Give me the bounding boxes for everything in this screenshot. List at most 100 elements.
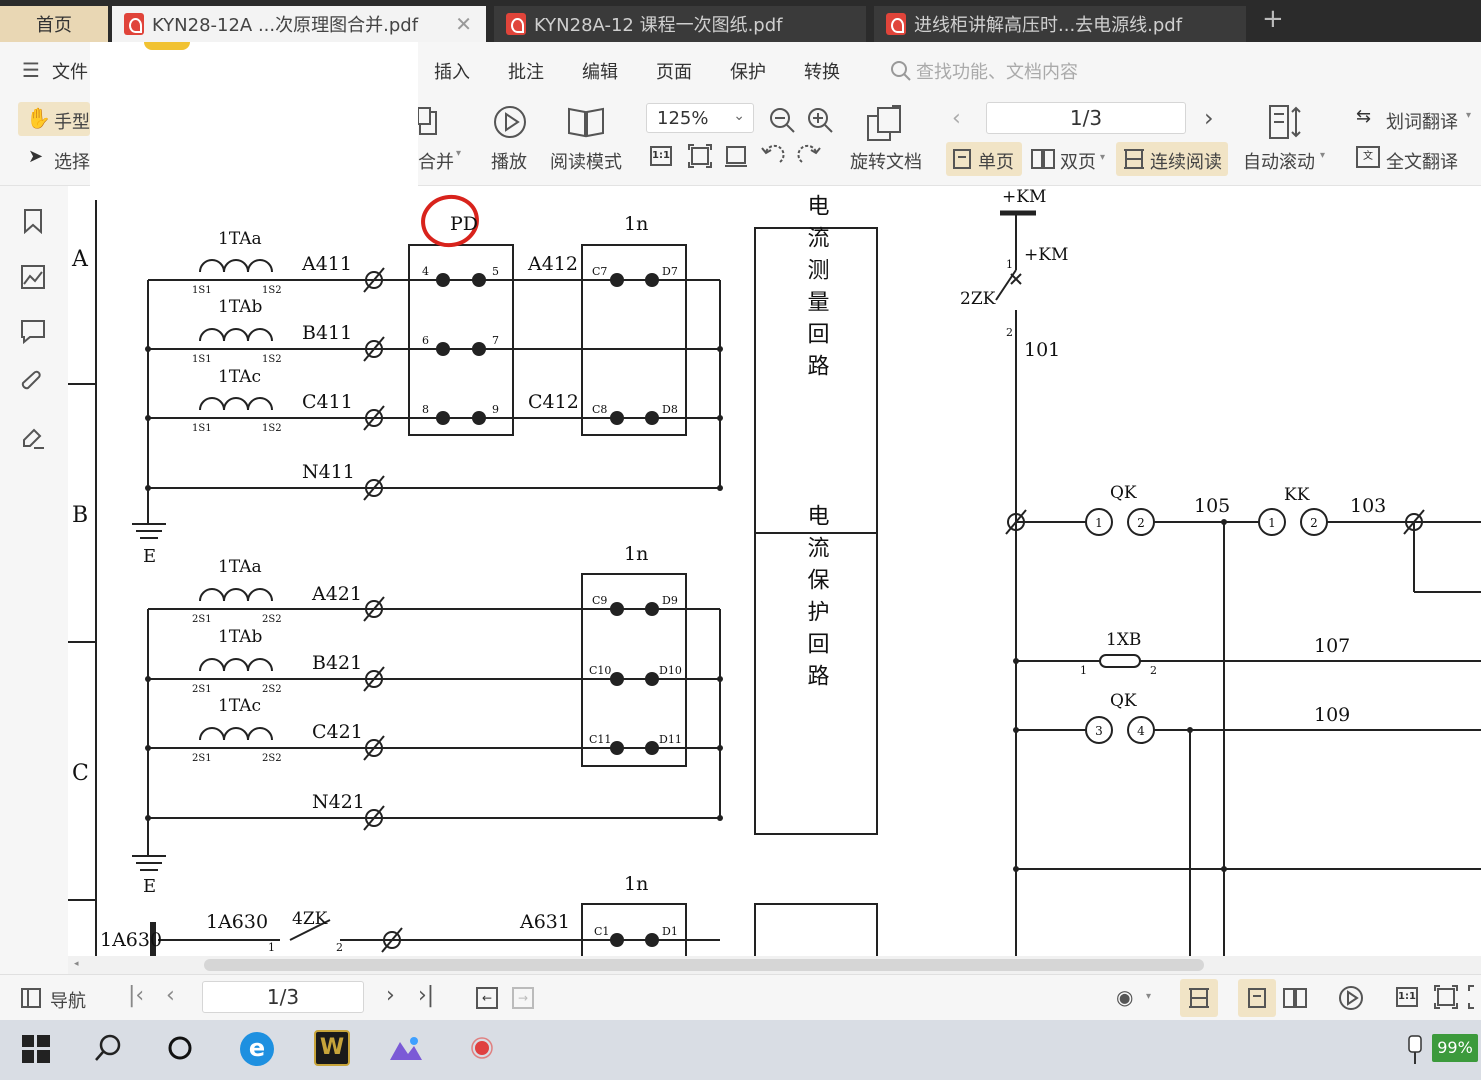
switch-pin: 1 — [1080, 664, 1087, 677]
thumbnail-icon[interactable] — [20, 264, 46, 290]
back-icon[interactable]: ← — [476, 987, 498, 1009]
actual-size-status-button[interactable]: 1:1 — [1396, 987, 1418, 1007]
attachment-icon[interactable] — [20, 370, 46, 396]
battery-indicator: 99% — [1432, 1034, 1478, 1062]
forward-icon[interactable]: → — [512, 987, 534, 1009]
zoom-in-icon[interactable] — [806, 106, 834, 134]
windows-start-icon[interactable] — [22, 1035, 50, 1063]
tab-incoming-cabinet[interactable]: 进线柜讲解高压时...去电源线.pdf — [874, 6, 1246, 42]
ct-label: 1TAb — [218, 627, 263, 647]
menu-annotate[interactable]: 批注 — [508, 58, 544, 84]
dropdown-icon[interactable]: ▾ — [1320, 150, 1325, 161]
navigation-icon[interactable] — [20, 987, 42, 1009]
menu-file[interactable]: 文件 — [52, 58, 88, 84]
search-icon[interactable] — [94, 1034, 122, 1062]
fullscreen-icon[interactable] — [1468, 985, 1481, 1009]
status-bar: 导航 |‹ ‹ 1/3 › ›| ← → ◉ ▾ 1:1 — [0, 974, 1481, 1020]
tab-kyn28a-12[interactable]: KYN28A-12 课程一次图纸.pdf — [494, 6, 866, 42]
dropdown-icon[interactable]: ▾ — [1146, 991, 1151, 1002]
switch-pin: 1 — [268, 941, 275, 954]
edge-browser-icon[interactable]: e — [240, 1032, 274, 1066]
word-translate-button[interactable]: 划词翻译 — [1386, 108, 1458, 134]
wps-office-icon[interactable]: W — [314, 1030, 350, 1066]
double-page-button[interactable]: 双页 ▾ — [1026, 142, 1112, 176]
menu-page[interactable]: 页面 — [656, 58, 692, 84]
scrollbar-thumb[interactable] — [204, 959, 1204, 971]
menu-edit[interactable]: 编辑 — [582, 58, 618, 84]
wire-label: C412 — [528, 391, 579, 413]
menu-protect[interactable]: 保护 — [730, 58, 766, 84]
play-icon[interactable] — [1338, 985, 1364, 1011]
select-label: 选择 — [54, 152, 90, 173]
auto-scroll-button[interactable]: 自动滚动 — [1243, 148, 1315, 174]
close-icon[interactable]: ✕ — [455, 12, 472, 36]
fit-page-icon[interactable] — [1434, 985, 1458, 1009]
bus-label: +KM — [1002, 187, 1046, 207]
next-page-icon[interactable]: › — [1204, 104, 1214, 132]
prev-page-icon[interactable]: ‹ — [952, 106, 961, 131]
menu-convert[interactable]: 转换 — [804, 58, 840, 84]
signature-icon[interactable] — [20, 424, 46, 450]
terminal-number: 7 — [492, 334, 499, 347]
menu-insert[interactable]: 插入 — [434, 58, 470, 84]
power-plug-icon — [1408, 1035, 1422, 1064]
comment-icon[interactable] — [20, 318, 46, 344]
terminal-number: 4 — [422, 265, 429, 278]
full-translate-button[interactable]: 全文翻译 — [1386, 148, 1458, 174]
last-page-icon[interactable]: ›| — [418, 983, 434, 1008]
horizontal-scrollbar[interactable]: ◂ — [68, 956, 1481, 974]
document-view[interactable]: A B C PD 1n 1n 1n 1TAa 1TAb 1TAc 1TAa 1T… — [68, 186, 1481, 956]
rotate-left-icon[interactable] — [760, 144, 786, 168]
tab-label: KYN28A-12 课程一次图纸.pdf — [534, 15, 783, 36]
tab-home[interactable]: 首页 — [0, 6, 108, 42]
tab-kyn28-12a[interactable]: KYN28-12A ...次原理图合并.pdf ✕ — [112, 6, 486, 42]
first-page-icon[interactable]: |‹ — [128, 983, 144, 1008]
rotate-right-icon[interactable] — [796, 144, 822, 168]
page-number-input[interactable]: 1/3 — [986, 102, 1186, 134]
next-page-icon[interactable]: › — [386, 983, 395, 1008]
read-mode-button[interactable]: 阅读模式 — [550, 148, 622, 174]
pdf-icon — [124, 13, 144, 35]
fit-width-icon[interactable] — [724, 144, 748, 168]
double-page-icon[interactable] — [1282, 987, 1308, 1009]
task-view-icon[interactable] — [166, 1034, 194, 1062]
select-tool-button[interactable]: ➤ 选择 — [18, 142, 90, 176]
actual-size-button[interactable]: 1:1 — [650, 146, 672, 166]
hamburger-icon[interactable]: ☰ — [22, 58, 40, 82]
merge-dropdown-icon[interactable]: ▾ — [456, 148, 461, 159]
terminal-number: 9 — [492, 403, 499, 416]
chevron-down-icon: ⌄ — [733, 108, 745, 124]
merge-button[interactable]: 合并 — [418, 148, 454, 174]
scroll-left-icon[interactable]: ◂ — [74, 959, 79, 969]
merge-icon — [418, 107, 437, 135]
screen-recorder-icon[interactable] — [470, 1036, 494, 1060]
status-page-input[interactable]: 1/3 — [202, 981, 364, 1013]
continuous-mode-status-button[interactable] — [1180, 979, 1218, 1017]
zoom-out-icon[interactable] — [768, 106, 796, 134]
hand-tool-button[interactable]: ✋ 手型 — [18, 102, 90, 136]
dropdown-icon: ▾ — [1100, 152, 1106, 163]
photos-app-icon[interactable] — [388, 1034, 424, 1064]
single-page-button[interactable]: 单页 — [946, 142, 1022, 176]
contact-number: 2 — [1310, 516, 1318, 530]
eye-protect-icon[interactable]: ◉ — [1116, 985, 1133, 1009]
prev-page-icon[interactable]: ‹ — [166, 983, 175, 1008]
switch-label: QK — [1110, 691, 1137, 711]
zone-label: B — [72, 503, 88, 528]
zoom-select[interactable]: 125% ⌄ — [646, 103, 754, 133]
navigation-label[interactable]: 导航 — [50, 987, 86, 1013]
play-button[interactable]: 播放 — [491, 148, 527, 174]
continuous-icon — [1189, 988, 1209, 1008]
bookmark-icon[interactable] — [22, 208, 44, 234]
wire-label: 101 — [1024, 339, 1060, 361]
single-page-status-button[interactable] — [1238, 979, 1276, 1017]
fit-page-icon[interactable] — [688, 144, 712, 168]
ct-terminal-label: 1S1 — [192, 354, 212, 365]
new-tab-button[interactable]: + — [1262, 4, 1284, 34]
tab-bar: 首页 KYN28-12A ...次原理图合并.pdf ✕ KYN28A-12 课… — [0, 0, 1481, 42]
rotate-document-button[interactable]: 旋转文档 — [850, 148, 922, 174]
rotate-document-icon — [867, 105, 901, 141]
dropdown-icon[interactable]: ▾ — [1466, 110, 1471, 121]
continuous-read-button[interactable]: 连续阅读 — [1116, 142, 1228, 176]
switch-label: 1XB — [1106, 630, 1141, 650]
